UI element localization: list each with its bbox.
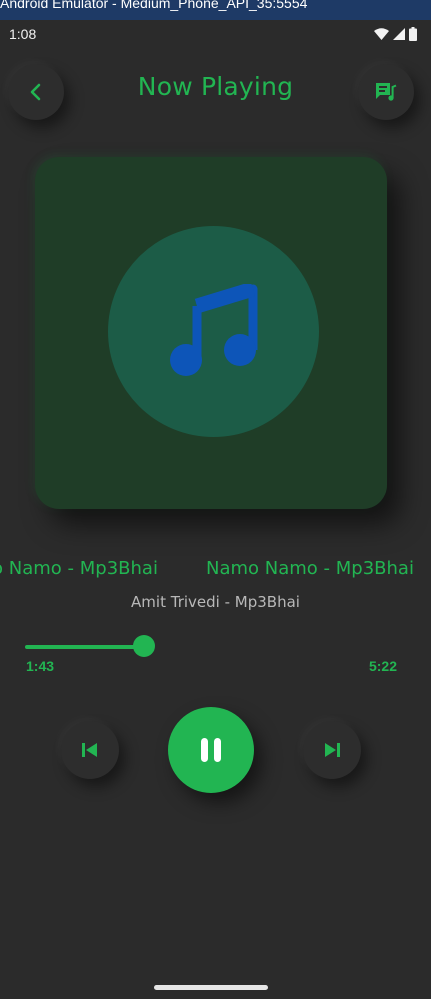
lyrics-icon bbox=[376, 83, 397, 101]
track-title-scroll-left: Namo Namo - Mp3Bhai bbox=[0, 558, 158, 579]
track-title-marquee: Namo Namo - Mp3Bhai Namo Namo - Mp3Bhai bbox=[0, 556, 431, 586]
signal-icon bbox=[393, 28, 405, 40]
status-icons bbox=[374, 27, 417, 41]
pause-button[interactable] bbox=[168, 707, 254, 793]
lyrics-button[interactable] bbox=[358, 64, 414, 120]
previous-button[interactable] bbox=[61, 721, 119, 779]
window-title: Android Emulator - Medium_Phone_API_35:5… bbox=[0, 0, 308, 11]
pause-icon bbox=[201, 738, 221, 762]
skip-next-icon bbox=[325, 743, 340, 757]
track-artist: Amit Trivedi - Mp3Bhai bbox=[131, 593, 300, 611]
wifi-icon bbox=[374, 28, 389, 40]
current-time: 1:43 bbox=[26, 658, 55, 674]
progress-thumb[interactable] bbox=[133, 635, 155, 657]
status-time: 1:08 bbox=[9, 26, 37, 42]
status-bar: 1:08 bbox=[0, 20, 431, 48]
next-button[interactable] bbox=[303, 721, 361, 779]
album-art-circle bbox=[108, 226, 319, 437]
progress-track[interactable] bbox=[25, 645, 397, 649]
album-art-card bbox=[35, 157, 387, 509]
music-note-icon bbox=[169, 283, 257, 376]
skip-previous-icon bbox=[82, 743, 97, 757]
track-title-scroll-right: Namo Namo - Mp3Bhai bbox=[206, 558, 414, 579]
battery-icon bbox=[409, 27, 417, 41]
home-indicator[interactable] bbox=[154, 985, 268, 990]
total-time: 5:22 bbox=[368, 658, 397, 674]
progress-fill bbox=[25, 645, 144, 649]
emulator-title-bar: Android Emulator - Medium_Phone_API_35:5… bbox=[0, 0, 431, 20]
